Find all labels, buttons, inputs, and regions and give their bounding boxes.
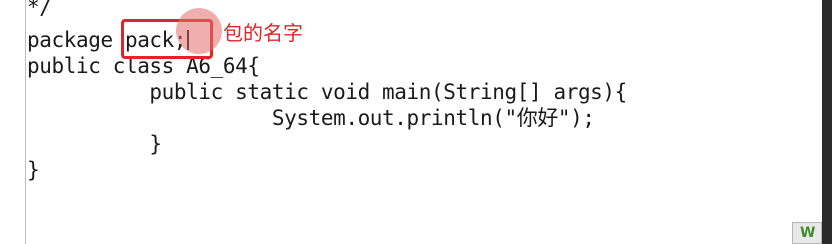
mouse-cursor-highlight	[176, 8, 222, 54]
package-name-annotation: 包的名字	[223, 21, 303, 45]
code-line-comment-end: */	[27, 0, 52, 19]
code-line-method-close: }	[27, 132, 162, 156]
code-line-class-close: }	[27, 158, 40, 182]
code-line-println: System.out.println("你好");	[27, 106, 595, 130]
app-tray-icon[interactable]: W	[792, 222, 822, 244]
code-line-main-method: public static void main(String[] args){	[27, 80, 627, 104]
editor-gutter-divider	[25, 0, 26, 244]
code-editor[interactable]: */ package pack; public class A6_64{ pub…	[0, 0, 822, 244]
tray-glyph: W	[800, 225, 816, 241]
window-edge	[822, 0, 832, 244]
